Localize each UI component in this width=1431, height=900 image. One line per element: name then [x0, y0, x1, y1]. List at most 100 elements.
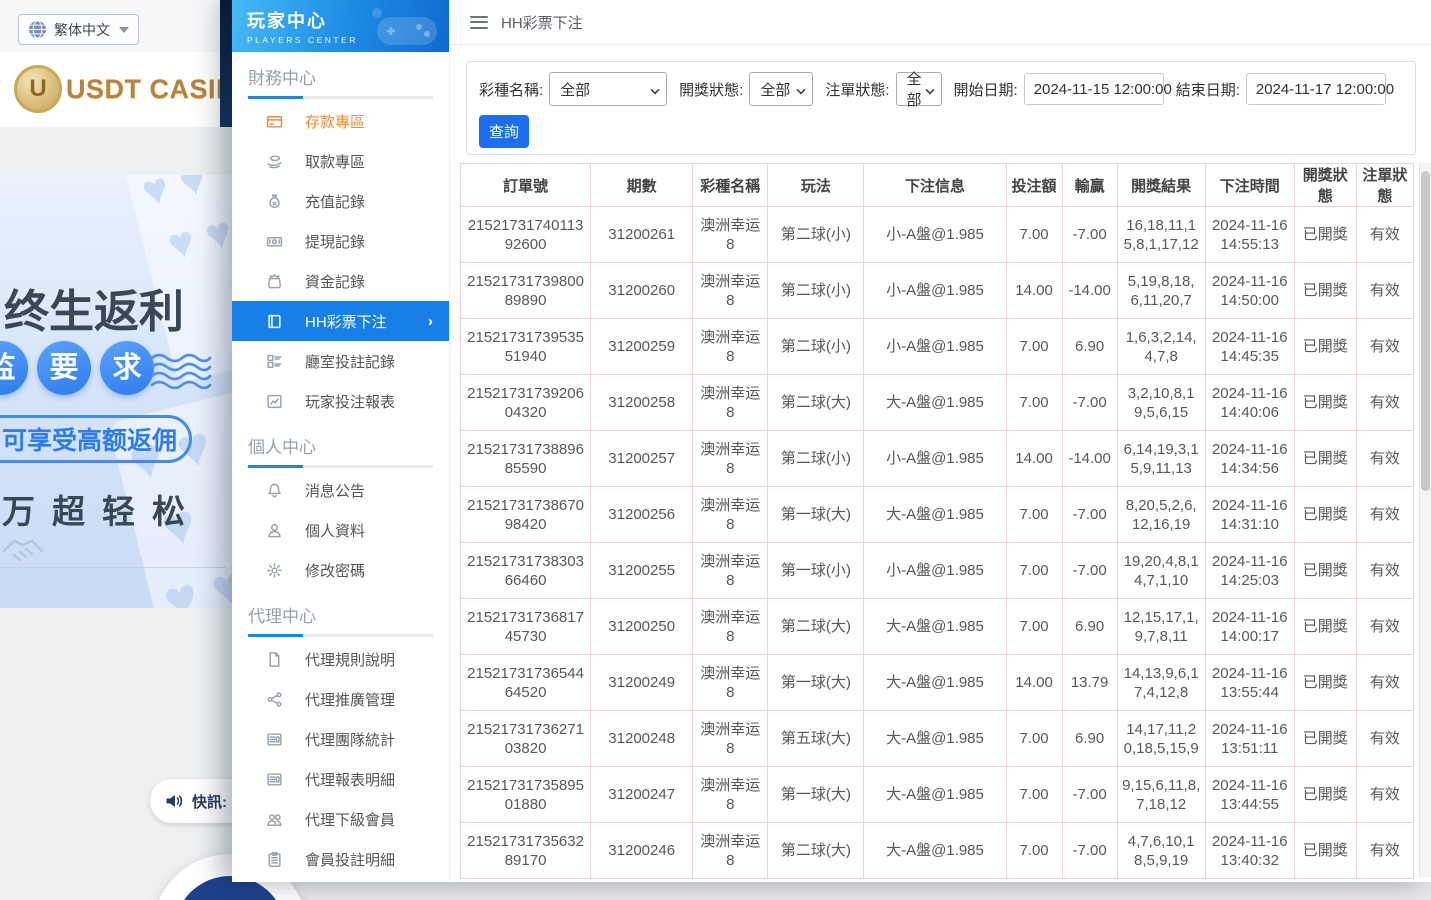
sidebar-item-hh-lottery-bets[interactable]: HH彩票下注 › [232, 301, 449, 341]
language-label: 繁体中文 [54, 20, 110, 40]
scrollbar-thumb[interactable] [1421, 171, 1430, 491]
table-cell: 大-A盤@1.985 [864, 823, 1006, 879]
order-status-label: 注單狀態: [825, 79, 889, 100]
table-cell: 第二球(小) [768, 431, 864, 487]
table-cell: 第二球(小) [768, 319, 864, 375]
table-cell: 7.00 [1006, 375, 1062, 431]
table-row: 215217317401139260031200261澳洲幸运8第二球(小)小-… [461, 207, 1414, 263]
table-cell: 4,7,6,10,18,5,9,19 [1117, 823, 1205, 879]
column-header: 注單狀態 [1356, 164, 1413, 207]
sidebar-item-profile[interactable]: 個人資料 › [232, 510, 449, 550]
sidebar-item-recharge-records[interactable]: 充值記錄 › [232, 181, 449, 221]
brand-logo[interactable]: U USDT CASINO [0, 52, 222, 127]
table-cell: 澳洲幸运8 [693, 599, 768, 655]
sidebar-item-agent-team-stats[interactable]: 代理團隊統計 › [232, 719, 449, 759]
table-cell: 19,20,4,8,14,7,1,10 [1117, 543, 1205, 599]
banner-badge: 监 [0, 341, 28, 395]
sidebar-item-agent-report-detail[interactable]: 代理報表明細 › [232, 759, 449, 799]
table-cell: 第一球(大) [768, 767, 864, 823]
sidebar-item-player-bet-report[interactable]: 玩家投注報表 › [232, 381, 449, 421]
column-header: 投注額 [1006, 164, 1062, 207]
chevron-down-icon [119, 27, 129, 33]
table-cell: 大-A盤@1.985 [864, 375, 1006, 431]
table-cell: 澳洲幸运8 [693, 823, 768, 879]
table-cell: -14.00 [1062, 263, 1117, 319]
order-status-select[interactable]: 全部 [896, 72, 942, 106]
list-icon [266, 352, 284, 370]
banner-badges: 监 要 求 [0, 341, 154, 395]
table-cell: 有效 [1356, 319, 1413, 375]
table-cell: 已開獎 [1294, 487, 1356, 543]
sidebar-item-withdraw-records[interactable]: 提現記錄 › [232, 221, 449, 261]
table-row: 215217317362710382031200248澳洲幸运8第五球(大)大-… [461, 711, 1414, 767]
sidebar-item-funds-records[interactable]: 資金記錄 › [232, 261, 449, 301]
table-cell: 有效 [1356, 711, 1413, 767]
table-cell: 2152173173627103820 [461, 711, 591, 767]
table-cell: 大-A盤@1.985 [864, 767, 1006, 823]
table-cell: 9,15,6,11,8,7,18,12 [1117, 767, 1205, 823]
table-cell: 2152173173681745730 [461, 599, 591, 655]
people-icon [266, 810, 284, 828]
table-cell: 第一球(小) [768, 543, 864, 599]
sidebar-item-agent-rules[interactable]: 代理規則說明 › [232, 639, 449, 679]
main-panel: HH彩票下注 彩種名稱: 全部 開獎狀態: 全部 注單狀態: [450, 0, 1431, 882]
column-header: 輸贏 [1062, 164, 1117, 207]
table-cell: 31200246 [591, 823, 693, 879]
sidebar-item-hall-bet-records[interactable]: 廳室投註記錄 › [232, 341, 449, 381]
table-cell: 有效 [1356, 599, 1413, 655]
table-cell: 31200257 [591, 431, 693, 487]
table-cell: 7.00 [1006, 207, 1062, 263]
table-cell: 2152173173654464520 [461, 655, 591, 711]
titlebar: HH彩票下注 [450, 0, 1431, 45]
end-date-input[interactable]: 2024-11-17 12:00:00 [1246, 73, 1386, 105]
table-cell: 已開獎 [1294, 711, 1356, 767]
query-button[interactable]: 查詢 [479, 115, 529, 148]
start-date-input[interactable]: 2024-11-15 12:00:00 [1024, 73, 1164, 105]
background-body: ♥ ♥ ♥ ♥ ♥ ♥ ♥♥ ♥ 终生返利 监 要 求 可享受高额返佣 万超轻松 [0, 127, 232, 900]
scrollbar[interactable] [1419, 163, 1431, 877]
table-cell: 2024-11-16 14:50:00 [1205, 263, 1294, 319]
news-icon [266, 730, 284, 748]
sidebar-item-messages[interactable]: 消息公告 › [232, 470, 449, 510]
table-cell: 7.00 [1006, 543, 1062, 599]
menu-icon[interactable] [470, 16, 488, 29]
table-header-row: 訂單號期數彩種名稱玩法下注信息投注額輸贏開獎結果下注時間開獎狀態注單狀態 [461, 164, 1414, 207]
table-cell: -7.00 [1062, 487, 1117, 543]
table-cell: 澳洲幸运8 [693, 487, 768, 543]
lottery-name-select[interactable]: 全部 [549, 72, 667, 106]
bank-card-icon [266, 112, 284, 130]
sidebar-header: 玩家中心 PLAYERS CENTER [232, 0, 449, 52]
purse-icon [266, 272, 284, 290]
table-row: 215217317365446452031200249澳洲幸运8第一球(大)大-… [461, 655, 1414, 711]
table-cell: 31200261 [591, 207, 693, 263]
sidebar-item-member-bet-detail[interactable]: 會員投註明細 › [232, 839, 449, 879]
filter-panel: 彩種名稱: 全部 開獎狀態: 全部 注單狀態: 全部 開始 [466, 61, 1416, 155]
table-cell: 2024-11-16 14:31:10 [1205, 487, 1294, 543]
table-cell: 有效 [1356, 655, 1413, 711]
brand-emblem-icon: U [14, 65, 62, 113]
sidebar-section-label-finance: 財務中心 [248, 64, 433, 88]
sidebar-section-underline [248, 634, 433, 637]
sidebar-item-agent-sub-members[interactable]: 代理下級會員 › [232, 799, 449, 839]
page-title: HH彩票下注 [501, 12, 583, 33]
banner-pill-text: 可享受高额返佣 [2, 421, 177, 457]
column-header: 彩種名稱 [693, 164, 768, 207]
table-row: 215217317386709842031200256澳洲幸运8第一球(大)大-… [461, 487, 1414, 543]
table-cell: 第二球(小) [768, 207, 864, 263]
sidebar-item-deposit[interactable]: 存款專區 › [232, 101, 449, 141]
sidebar-item-withdraw[interactable]: 取款專區 › [232, 141, 449, 181]
draw-status-select[interactable]: 全部 [749, 72, 813, 106]
table-cell: 已開獎 [1294, 263, 1356, 319]
bets-table-wrap: 訂單號期數彩種名稱玩法下注信息投注額輸贏開獎結果下注時間開獎狀態注單狀態 215… [460, 163, 1414, 879]
table-cell: 2152173173980089890 [461, 263, 591, 319]
table-cell: 6,14,19,3,15,9,11,13 [1117, 431, 1205, 487]
table-cell: 澳洲幸运8 [693, 431, 768, 487]
sidebar-item-change-password[interactable]: 修改密碼 › [232, 550, 449, 590]
language-selector[interactable]: 繁体中文 [18, 14, 139, 45]
table-cell: 第二球(大) [768, 375, 864, 431]
table-cell: 2024-11-16 14:45:35 [1205, 319, 1294, 375]
table-cell: 7.00 [1006, 823, 1062, 879]
table-cell: 2152173173563289170 [461, 823, 591, 879]
cash-hand-icon [266, 152, 284, 170]
sidebar-item-agent-promotion[interactable]: 代理推廣管理 › [232, 679, 449, 719]
